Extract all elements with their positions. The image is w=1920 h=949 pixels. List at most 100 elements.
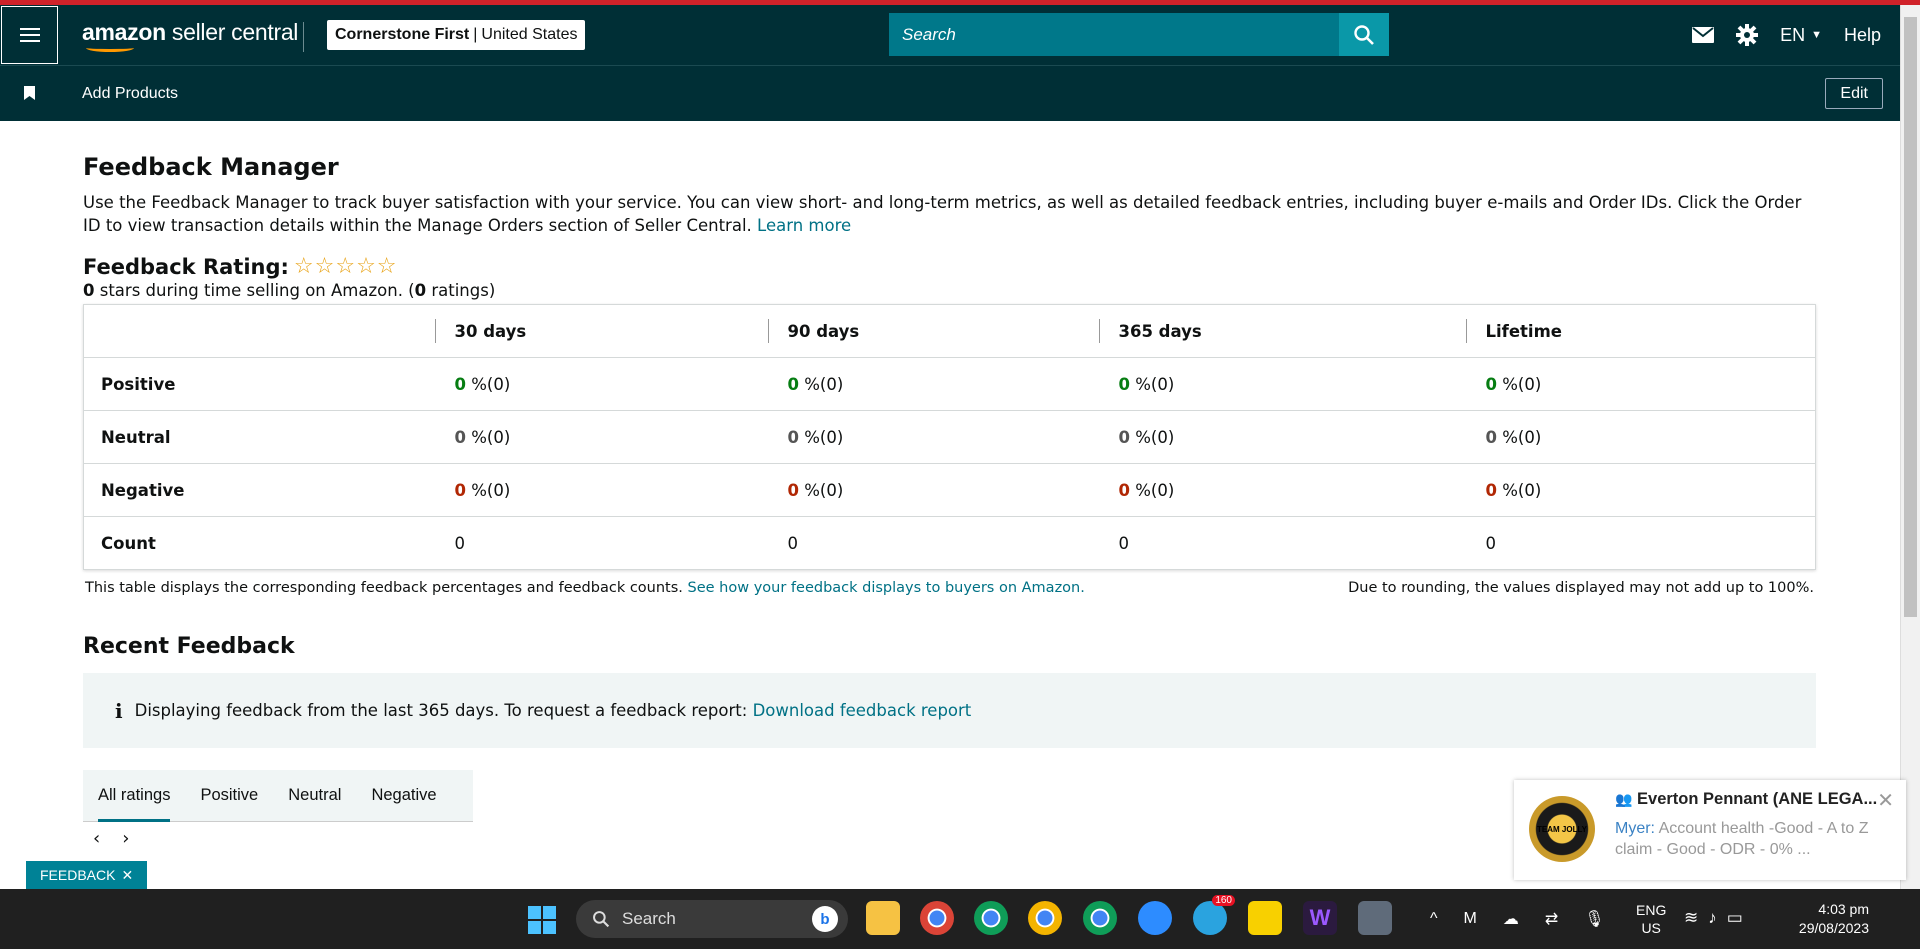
sticky-notes-icon[interactable] xyxy=(1248,901,1282,935)
table-row-negative: Negative 0 %(0) 0 %(0) 0 %(0) 0 %(0) xyxy=(83,463,1816,517)
chrome-icon[interactable] xyxy=(1083,901,1117,935)
table-cell: 0 xyxy=(454,533,466,553)
table-cell: 0 %(0) xyxy=(434,463,768,517)
scrollbar-thumb[interactable] xyxy=(1904,17,1917,617)
tray-status-icons[interactable]: ≋♪▭ xyxy=(1684,908,1753,928)
hamburger-menu-button[interactable] xyxy=(1,6,58,64)
main-content: Feedback Manager Use the Feedback Manage… xyxy=(83,121,1816,849)
table-cell: 0 %(0) xyxy=(1098,410,1466,464)
tab-positive[interactable]: Positive xyxy=(185,770,273,822)
table-cell: 0 xyxy=(1118,533,1130,553)
info-text: Displaying feedback from the last 365 da… xyxy=(134,701,748,720)
store-name: Cornerstone First xyxy=(335,26,470,43)
table-cell: 0 %(0) xyxy=(434,410,768,464)
avatar: TEAM JOLLY xyxy=(1529,796,1595,862)
table-cell: 0 xyxy=(1485,533,1497,553)
table-cell: 0 %(0) xyxy=(1465,463,1816,517)
top-navigation-bar: amazon seller central Cornerstone First … xyxy=(0,5,1900,65)
table-header-empty xyxy=(83,304,435,358)
cloud-icon[interactable]: ☁ xyxy=(1503,909,1519,929)
calculator-icon[interactable] xyxy=(1358,901,1392,935)
help-link[interactable]: Help xyxy=(1844,25,1881,46)
windows-taskbar: Search b 160 W ^ M ☁ ⇄ 🎙 ENG US ≋♪▭ 4:03 … xyxy=(0,889,1920,949)
table-cell: 0 %(0) xyxy=(1465,410,1816,464)
search-icon xyxy=(1354,24,1374,45)
telegram-icon[interactable]: 160 xyxy=(1193,895,1235,935)
chevron-down-icon: ▼ xyxy=(1811,29,1822,41)
rating-count: 0 xyxy=(414,281,427,300)
clock[interactable]: 4:03 pm 29/08/2023 xyxy=(1785,900,1869,938)
settings-slider-icon[interactable]: ⇄ xyxy=(1545,909,1558,929)
add-products-link[interactable]: Add Products xyxy=(82,85,178,103)
table-cell: 0 %(0) xyxy=(767,357,1099,411)
store-switcher[interactable]: Cornerstone First | United States xyxy=(327,20,586,50)
chrome-icon[interactable] xyxy=(974,901,1008,935)
app-w-icon[interactable]: W xyxy=(1303,901,1337,935)
table-row-neutral: Neutral 0 %(0) 0 %(0) 0 %(0) 0 %(0) xyxy=(83,410,1816,464)
logo-text-brand: amazon xyxy=(82,19,166,45)
notification-message: Myer: Account health -Good - A to Z clai… xyxy=(1615,820,1869,858)
table-cell: 0 %(0) xyxy=(767,410,1099,464)
chrome-icon[interactable] xyxy=(1028,901,1062,935)
mail-icon[interactable] xyxy=(1692,27,1715,43)
search-input[interactable]: Search xyxy=(889,13,1339,56)
row-label: Negative xyxy=(83,463,435,517)
battery-icon: ▭ xyxy=(1726,908,1753,927)
feedback-metrics-table: 30 days 90 days 365 days Lifetime Positi… xyxy=(83,304,1816,570)
search-button[interactable] xyxy=(1339,13,1389,56)
table-cell: 0 %(0) xyxy=(1098,463,1466,517)
taskbar-search[interactable]: Search b xyxy=(576,900,848,938)
table-footnote: This table displays the corresponding fe… xyxy=(83,580,1816,596)
page-title: Feedback Manager xyxy=(83,153,339,181)
gear-icon[interactable] xyxy=(1736,24,1759,46)
chevron-up-icon[interactable]: ^ xyxy=(1430,910,1438,928)
rating-summary-suffix: ratings) xyxy=(426,281,496,300)
windows-start-icon[interactable] xyxy=(528,906,556,934)
chat-notification[interactable]: TEAM JOLLY 👥 Everton Pennant (ANE LEGA..… xyxy=(1514,780,1906,880)
feedback-display-link[interactable]: See how your feedback displays to buyers… xyxy=(688,580,1085,596)
language-selector[interactable]: EN ▼ xyxy=(1780,25,1822,46)
rounding-note: Due to rounding, the values displayed ma… xyxy=(1348,580,1814,596)
bookmark-icon[interactable] xyxy=(24,86,35,100)
close-icon[interactable]: ✕ xyxy=(1877,788,1894,813)
rating-summary: 0 stars during time selling on Amazon. (… xyxy=(83,281,1816,300)
edit-button[interactable]: Edit xyxy=(1825,78,1883,109)
feedback-rating-title: Feedback Rating: xyxy=(83,254,289,279)
zoom-icon[interactable] xyxy=(1138,901,1172,935)
page-scrollbar[interactable] xyxy=(1900,5,1920,889)
microphone-icon[interactable]: 🎙 xyxy=(1584,909,1604,929)
chrome-icon[interactable] xyxy=(920,901,954,935)
intro-text: Use the Feedback Manager to track buyer … xyxy=(83,193,1802,235)
gmail-icon[interactable]: M xyxy=(1464,910,1477,928)
search-bar: Search xyxy=(889,13,1389,56)
amazon-seller-central-logo[interactable]: amazon seller central xyxy=(82,19,298,52)
chevron-right-icon[interactable]: › xyxy=(122,828,129,849)
input-language[interactable]: ENG US xyxy=(1636,901,1666,937)
amazon-smile-icon xyxy=(86,44,134,52)
star-rating-icon: ☆☆☆☆☆ xyxy=(293,254,398,279)
tab-all-ratings[interactable]: All ratings xyxy=(83,770,185,822)
feedback-button[interactable]: FEEDBACK ✕ xyxy=(26,861,148,889)
notification-title: 👥 Everton Pennant (ANE LEGA... xyxy=(1615,790,1878,808)
bing-icon: b xyxy=(812,906,838,932)
table-cell: 0 %(0) xyxy=(1098,357,1466,411)
file-explorer-icon[interactable] xyxy=(866,901,900,935)
download-feedback-report-link[interactable]: Download feedback report xyxy=(753,701,972,720)
learn-more-link[interactable]: Learn more xyxy=(757,216,851,235)
header-actions: EN ▼ Help xyxy=(1670,5,1900,65)
table-cell: 0 %(0) xyxy=(434,357,768,411)
table-cell: 0 %(0) xyxy=(1465,357,1816,411)
table-note-left: This table displays the corresponding fe… xyxy=(85,580,1085,596)
table-cell: 0 xyxy=(787,533,799,553)
hamburger-icon xyxy=(19,28,40,42)
chevron-left-icon[interactable]: ‹ xyxy=(93,828,100,849)
tab-neutral[interactable]: Neutral xyxy=(273,770,356,822)
row-label: Positive xyxy=(83,357,435,411)
tab-negative[interactable]: Negative xyxy=(356,770,451,822)
language-label: EN xyxy=(1780,24,1806,45)
notification-badge: 160 xyxy=(1212,895,1235,906)
close-icon[interactable]: ✕ xyxy=(121,867,133,884)
feedback-label: FEEDBACK xyxy=(40,867,116,883)
group-icon: 👥 xyxy=(1615,791,1633,807)
row-label: Neutral xyxy=(83,410,435,464)
